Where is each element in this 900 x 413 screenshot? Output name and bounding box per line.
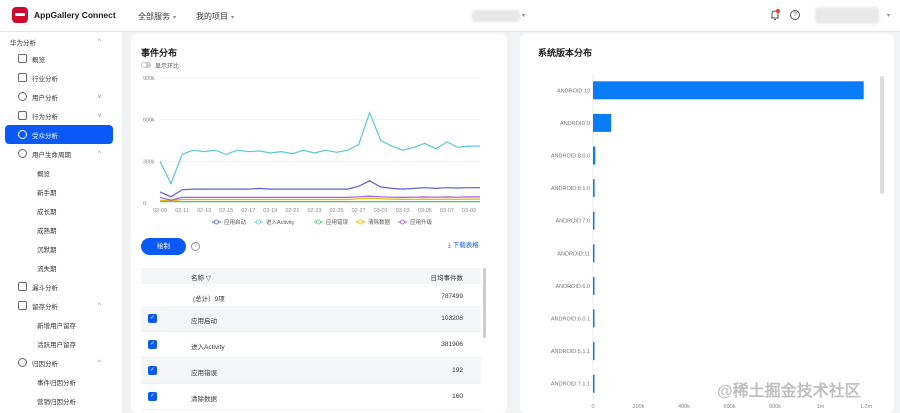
- chart-scrollbar[interactable]: [880, 76, 884, 194]
- category-label: ANDROID:8.0.0: [551, 154, 590, 160]
- category-label: ANDROID:5.1.1: [551, 349, 590, 355]
- category-label: ANDROID:9: [560, 121, 590, 127]
- bar: [593, 309, 595, 328]
- category-label: ANDROID:10: [557, 88, 590, 94]
- category-label: ANDROID:6.0.1: [551, 317, 590, 323]
- bar: [593, 146, 596, 165]
- bar: [593, 244, 595, 263]
- category-label: ANDROID:6.0: [555, 284, 590, 290]
- x-tick-label: 0: [591, 404, 594, 410]
- x-tick-label: 1.2m: [860, 404, 873, 410]
- x-tick-label: 400k: [678, 404, 690, 410]
- os-version-bar-chart: 0 200k 400k 600k 800k 1m 1.2m ANDROID:10 ANDROID…: [551, 74, 873, 410]
- bar: [593, 81, 864, 100]
- category-label: ANDROID:11: [557, 251, 590, 257]
- bar: [593, 179, 595, 198]
- category-label: ANDROID:7.0: [555, 219, 590, 225]
- bar: [593, 276, 595, 295]
- category-label: ANDROID:8.1.0: [551, 186, 590, 192]
- bar: [593, 374, 595, 393]
- category-label: ANDROID:7.1.1: [551, 382, 590, 388]
- x-tick-label: 200k: [633, 404, 645, 410]
- watermark: @稀土掘金技术社区: [717, 383, 861, 400]
- x-tick-label: 800k: [769, 404, 781, 410]
- x-tick-label: 600k: [724, 404, 736, 410]
- bar: [593, 113, 612, 132]
- bar: [593, 211, 595, 230]
- x-tick-label: 1m: [817, 404, 825, 410]
- bar: [593, 342, 595, 361]
